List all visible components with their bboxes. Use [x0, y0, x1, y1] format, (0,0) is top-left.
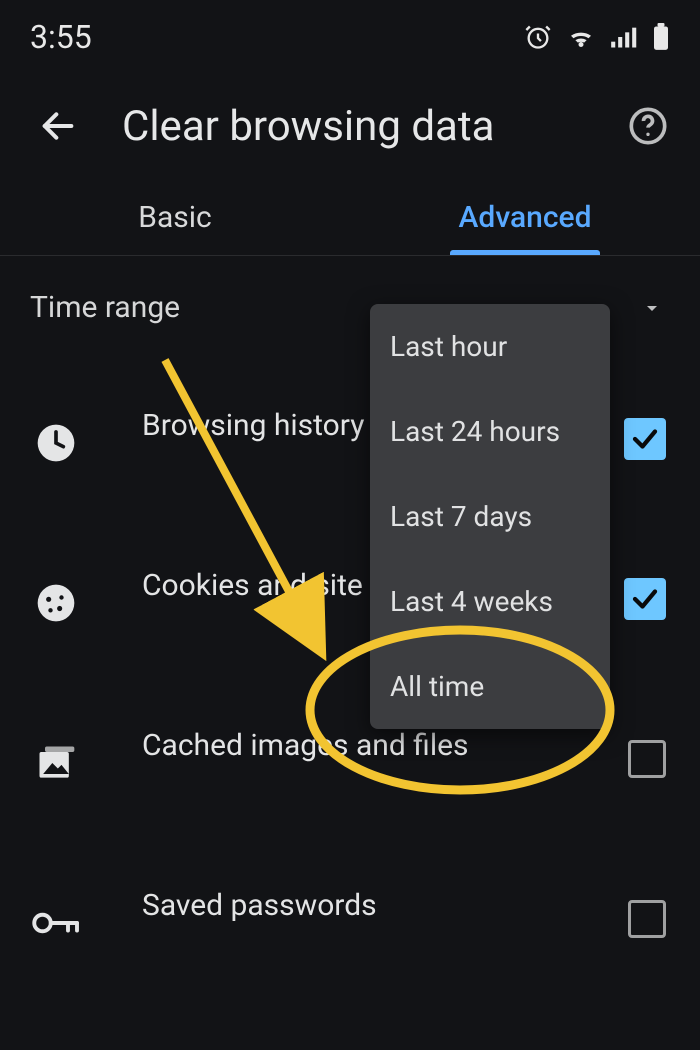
help-button[interactable]: [620, 98, 676, 154]
option-label: Last 24 hours: [390, 415, 560, 448]
option-label: Last hour: [390, 330, 507, 363]
option-label: Last 7 days: [390, 500, 532, 533]
option-label: All time: [390, 670, 484, 703]
signal-icon: [610, 25, 638, 49]
tabs: Basic Advanced: [0, 178, 700, 256]
time-range-label: Time range: [30, 290, 370, 325]
tab-advanced[interactable]: Advanced: [350, 178, 700, 255]
dropdown-option-last-4-weeks[interactable]: Last 4 weeks: [370, 559, 610, 644]
alarm-icon: [524, 23, 552, 51]
check-icon: [630, 424, 660, 454]
clock-icon: [30, 417, 82, 469]
checkbox-passwords[interactable]: [628, 900, 666, 938]
status-bar: 3:55: [0, 0, 700, 62]
dropdown-option-all-time[interactable]: All time: [370, 644, 610, 729]
item-passwords[interactable]: Saved passwords: [0, 829, 700, 989]
arrow-left-icon: [38, 106, 78, 146]
header: Clear browsing data: [0, 62, 700, 178]
tab-basic[interactable]: Basic: [0, 178, 350, 255]
status-time: 3:55: [30, 18, 92, 56]
cookie-icon: [30, 577, 82, 629]
checkbox-cache[interactable]: [628, 740, 666, 778]
help-icon: [628, 106, 668, 146]
checkbox-browsing-history[interactable]: [624, 418, 666, 460]
dropdown-option-last-24-hours[interactable]: Last 24 hours: [370, 389, 610, 474]
item-label: Saved passwords: [82, 888, 628, 923]
chevron-down-icon: [640, 296, 664, 320]
page-title: Clear browsing data: [86, 102, 620, 151]
dropdown-option-last-7-days[interactable]: Last 7 days: [370, 474, 610, 559]
checkbox-cookies[interactable]: [624, 578, 666, 620]
dropdown-option-last-hour[interactable]: Last hour: [370, 304, 610, 389]
image-icon: [30, 737, 82, 789]
tab-basic-label: Basic: [138, 200, 212, 235]
time-range-dropdown: Last hour Last 24 hours Last 7 days Last…: [370, 304, 610, 729]
item-label: Cached images and files: [82, 728, 628, 763]
status-icons: [524, 23, 670, 51]
tab-advanced-label: Advanced: [459, 200, 592, 235]
wifi-icon: [566, 24, 596, 50]
check-icon: [630, 584, 660, 614]
back-button[interactable]: [30, 98, 86, 154]
key-icon: [30, 897, 82, 949]
option-label: Last 4 weeks: [390, 585, 553, 618]
battery-icon: [652, 23, 670, 51]
